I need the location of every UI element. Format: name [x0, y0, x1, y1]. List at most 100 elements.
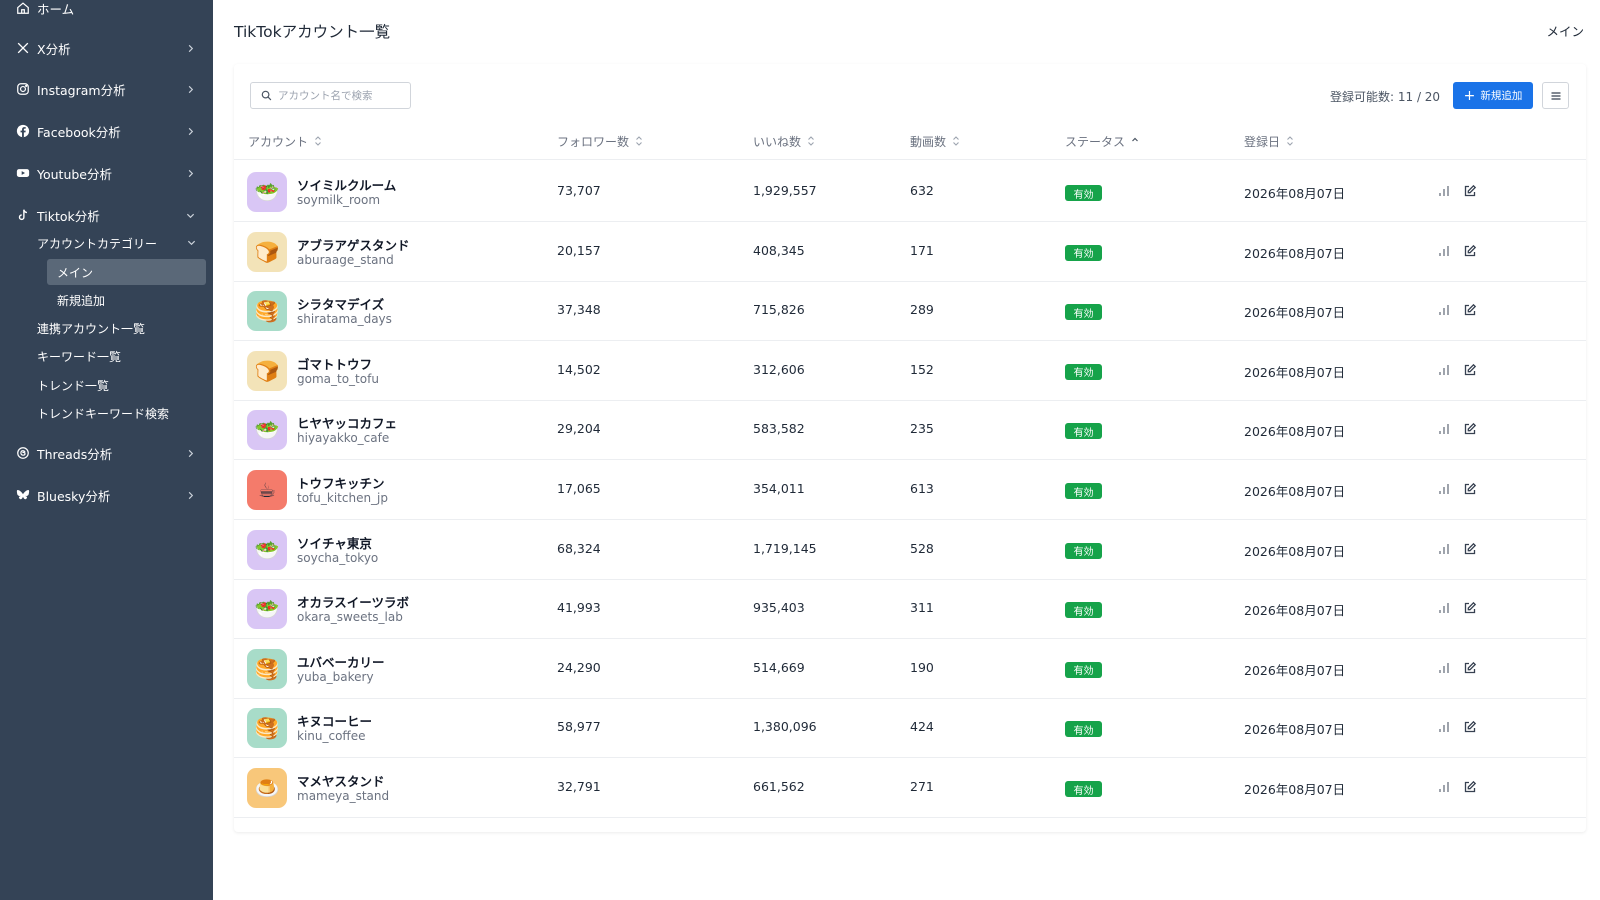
- column-header-registered[interactable]: 登録日: [1244, 122, 1294, 160]
- sidebar-item-account-category[interactable]: アカウントカテゴリー: [37, 230, 196, 256]
- likes-count: 514,669: [753, 659, 805, 675]
- chevron-right-icon: [185, 43, 195, 53]
- sidebar-item-instagram[interactable]: Instagram分析: [0, 73, 213, 105]
- status-badge: 有効: [1065, 244, 1102, 261]
- sidebar-item-trend-keyword-search[interactable]: トレンドキーワード検索: [37, 400, 169, 426]
- chevron-right-icon: [185, 168, 195, 178]
- edit-button[interactable]: [1462, 421, 1478, 437]
- edit-icon: [1463, 363, 1477, 377]
- edit-button[interactable]: [1462, 302, 1478, 318]
- status-badge: 有効: [1065, 661, 1102, 678]
- sort-icon: [807, 135, 815, 147]
- sidebar-item-threads[interactable]: Threads分析: [0, 437, 213, 469]
- edit-button[interactable]: [1462, 779, 1478, 795]
- table-row[interactable]: 🥞 シラタマデイズ shiratama_days 37,348 715,826 …: [234, 280, 1586, 342]
- avatar: 🥗: [247, 589, 287, 630]
- add-account-button[interactable]: + 新規追加: [1453, 82, 1533, 109]
- followers-count: 14,502: [557, 361, 601, 377]
- sidebar-item-label: Threads分析: [37, 446, 113, 462]
- sidebar-item-main[interactable]: メイン: [47, 259, 206, 285]
- table-row[interactable]: 🥞 ユバベーカリー yuba_bakery 24,290 514,669 190…: [234, 638, 1586, 699]
- edit-button[interactable]: [1462, 362, 1478, 378]
- avatar: 🥗: [247, 172, 287, 212]
- account-name: オカラスイーツラボ: [297, 595, 410, 611]
- column-header-followers[interactable]: フォロワー数: [557, 122, 643, 160]
- sidebar-item-tiktok[interactable]: Tiktok分析: [0, 199, 213, 231]
- chevron-down-icon: [185, 210, 195, 220]
- edit-icon: [1463, 422, 1477, 436]
- status-badge: 有効: [1065, 781, 1102, 797]
- account-handle: soycha_tokyo: [297, 550, 379, 565]
- account-handle: shiratama_days: [297, 312, 392, 327]
- analytics-button[interactable]: [1436, 660, 1452, 676]
- followers-count: 41,993: [557, 600, 601, 616]
- column-header-likes[interactable]: いいね数: [753, 122, 815, 160]
- edit-button[interactable]: [1462, 660, 1478, 676]
- analytics-button[interactable]: [1436, 302, 1452, 318]
- analytics-button[interactable]: [1436, 541, 1452, 557]
- butterfly-icon: [16, 488, 30, 502]
- edit-button[interactable]: [1462, 183, 1478, 199]
- avatar-food-icon: 🥞: [254, 716, 280, 741]
- sort-icon: [952, 135, 960, 147]
- analytics-button[interactable]: [1436, 243, 1452, 259]
- account-name: ゴマトトウフ: [297, 356, 373, 372]
- column-menu-button[interactable]: [1542, 82, 1569, 109]
- edit-button[interactable]: [1462, 243, 1478, 259]
- table-row[interactable]: 🥗 ヒヤヤッコカフェ hiyayakko_cafe 29,204 583,582…: [234, 399, 1586, 461]
- account-handle: okara_sweets_lab: [297, 610, 403, 625]
- analytics-button[interactable]: [1436, 183, 1452, 199]
- status-badge: 有効: [1065, 483, 1102, 499]
- search-input[interactable]: [278, 89, 398, 102]
- sidebar-item-keywords[interactable]: キーワード一覧: [37, 343, 121, 369]
- analytics-button[interactable]: [1436, 779, 1452, 795]
- sidebar-item-facebook[interactable]: Facebook分析: [0, 115, 213, 147]
- avatar-food-icon: 🥗: [254, 597, 280, 622]
- column-header-videos[interactable]: 動画数: [910, 122, 960, 160]
- registered-date: 2026年08月07日: [1244, 722, 1346, 738]
- edit-button[interactable]: [1462, 481, 1478, 497]
- table-row[interactable]: 🥗 ソイチャ東京 soycha_tokyo 68,324 1,719,145 5…: [234, 519, 1586, 580]
- analytics-button[interactable]: [1436, 362, 1452, 378]
- edit-button[interactable]: [1462, 600, 1478, 616]
- sidebar-item-trends[interactable]: トレンド一覧: [37, 372, 109, 398]
- analytics-button[interactable]: [1436, 421, 1452, 437]
- table-row[interactable]: 🥞 キヌコーヒー kinu_coffee 58,977 1,380,096 42…: [234, 697, 1586, 759]
- sidebar-item-home[interactable]: ホーム: [0, 0, 213, 24]
- edit-button[interactable]: [1462, 719, 1478, 735]
- table-row[interactable]: 🍞 ゴマトトウフ goma_to_tofu 14,502 312,606 152…: [234, 340, 1586, 401]
- column-header-status[interactable]: ステータス: [1065, 122, 1139, 160]
- column-header-label: 動画数: [910, 134, 947, 149]
- analytics-button[interactable]: [1436, 600, 1452, 616]
- table-row[interactable]: 🍮 マメヤスタンド mameya_stand 32,791 661,562 27…: [234, 757, 1586, 818]
- videos-count: 632: [910, 183, 934, 198]
- status-badge: 有効: [1065, 423, 1102, 440]
- likes-count: 715,826: [753, 302, 805, 318]
- search-box[interactable]: [250, 82, 411, 109]
- table-row[interactable]: 🥗 ソイミルクルーム soymilk_room 73,707 1,929,557…: [234, 161, 1586, 222]
- analytics-button[interactable]: [1436, 481, 1452, 497]
- edit-button[interactable]: [1462, 541, 1478, 557]
- column-header-account[interactable]: アカウント: [248, 122, 322, 160]
- account-name: マメヤスタンド: [297, 774, 385, 789]
- sidebar-item-linked-accounts[interactable]: 連携アカウント一覧: [37, 315, 145, 341]
- sidebar-item-bluesky[interactable]: Bluesky分析: [0, 479, 213, 511]
- table-row[interactable]: ☕ トウフキッチン tofu_kitchen_jp 17,065 354,011…: [234, 459, 1586, 520]
- sidebar-item-x[interactable]: X分析: [0, 32, 213, 64]
- bar-chart-icon: [1437, 184, 1451, 198]
- analytics-button[interactable]: [1436, 719, 1452, 735]
- account-handle: hiyayakko_cafe: [297, 431, 390, 446]
- followers-count: 32,791: [557, 779, 601, 794]
- sidebar-item-label: Youtube分析: [37, 166, 112, 182]
- table-row[interactable]: 🍞 アブラアゲスタンド aburaage_stand 20,157 408,34…: [234, 221, 1586, 282]
- sidebar-item-youtube[interactable]: Youtube分析: [0, 157, 213, 189]
- table-row[interactable]: 🥗 オカラスイーツラボ okara_sweets_lab 41,993 935,…: [234, 578, 1586, 640]
- sidebar-item-new-add[interactable]: 新規追加: [47, 287, 206, 313]
- breadcrumb: メイン: [1546, 24, 1584, 39]
- avatar: 🥗: [247, 529, 287, 570]
- sidebar-item-label: Bluesky分析: [37, 488, 111, 504]
- edit-icon: [1463, 542, 1477, 556]
- sidebar-item-label: キーワード一覧: [37, 349, 122, 364]
- edit-icon: [1463, 244, 1477, 258]
- avatar-food-icon: 🥞: [254, 299, 280, 324]
